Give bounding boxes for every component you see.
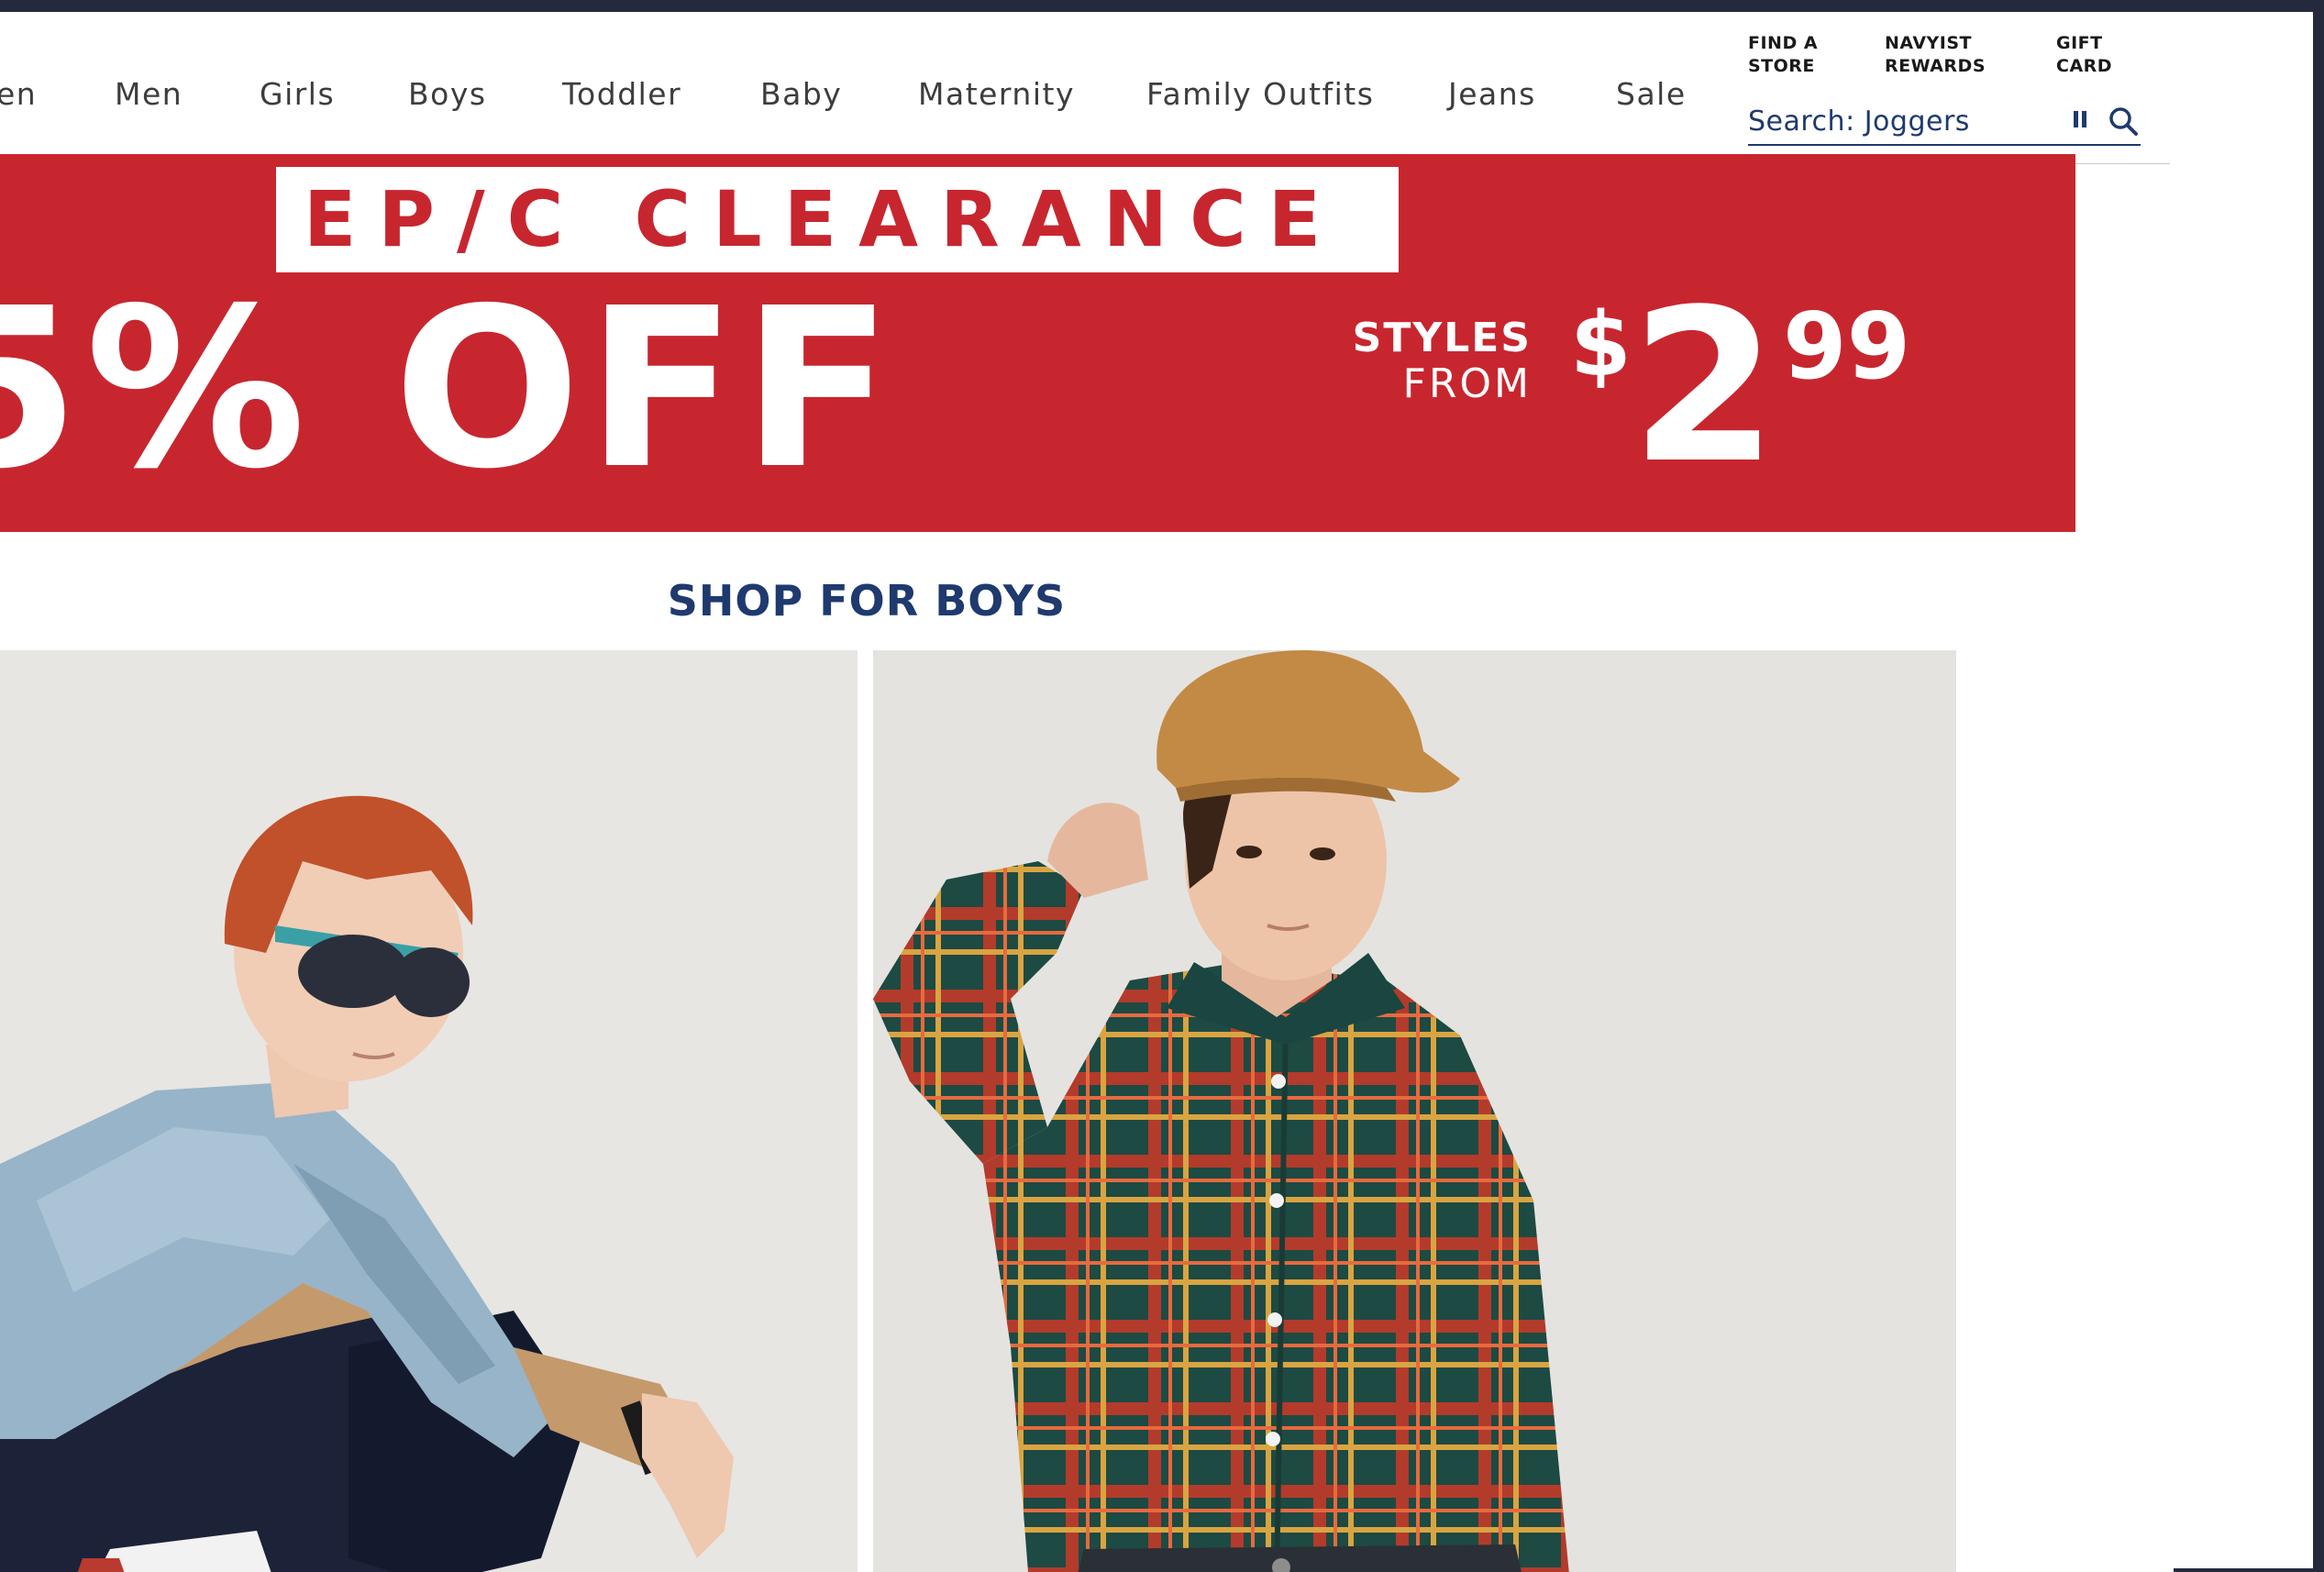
nav-item-toddler[interactable]: Toddler (562, 76, 681, 112)
nav-item-maternity[interactable]: Maternity (918, 76, 1075, 112)
nav-item-women[interactable]: en (0, 76, 37, 112)
gift-card-line1: GIFT (2056, 33, 2103, 53)
shop-for-boys-heading[interactable]: SHOP FOR BOYS (0, 576, 1733, 625)
product-photo-denim-jacket (0, 650, 858, 1572)
nav-item-family-outfits[interactable]: Family Outfits (1146, 76, 1374, 112)
page: en Men Girls Boys Toddler Baby Maternity… (0, 12, 2324, 1572)
banner-price-currency: $ (1570, 293, 1632, 396)
nav-item-sale[interactable]: Sale (1616, 76, 1687, 112)
nav-item-baby[interactable]: Baby (760, 76, 842, 112)
rewards-line1: NAVYIST (1885, 33, 1972, 53)
banner-headline: EP/C CLEARANCE (304, 174, 1344, 264)
banner-styles-line1: STYLES (1352, 315, 1532, 361)
product-tile-plaid-shirt[interactable] (873, 650, 1956, 1572)
pause-icon[interactable] (2074, 111, 2086, 127)
find-store-line1: FIND A (1748, 33, 1819, 53)
gift-card-link[interactable]: GIFT CARD (2056, 32, 2112, 78)
banner-price-dollars: 2 (1631, 265, 1778, 510)
rewards-link[interactable]: NAVYIST REWARDS (1885, 32, 1986, 78)
window-frame-bottom (2174, 1568, 2324, 1572)
nav-item-girls[interactable]: Girls (260, 76, 335, 112)
search-input[interactable]: Search: Joggers (1748, 105, 1970, 138)
nav-item-jeans[interactable]: Jeans (1448, 76, 1536, 112)
banner-discount: 5% OFF (0, 260, 898, 517)
banner-styles-line2: FROM (1402, 360, 1532, 407)
nav-item-men[interactable]: Men (115, 76, 183, 112)
gift-card-line2: CARD (2056, 56, 2113, 76)
product-tile-denim-jacket[interactable] (0, 650, 858, 1572)
search-icon[interactable] (2108, 105, 2139, 137)
find-store-line2: STORE (1748, 56, 1815, 76)
banner-headline-box: EP/C CLEARANCE (276, 167, 1399, 272)
banner-styles-from: STYLES FROM (1321, 316, 1532, 407)
find-store-link[interactable]: FIND A STORE (1748, 32, 1818, 78)
product-photo-plaid-shirt (873, 650, 1956, 1572)
window-frame-right (2313, 12, 2324, 1572)
banner-price-cents: 99 (1783, 293, 1911, 400)
clearance-banner[interactable]: EP/C CLEARANCE 5% OFF STYLES FROM $ 2 99 (0, 154, 2075, 532)
rewards-line2: REWARDS (1885, 56, 1986, 76)
search-underline (1748, 144, 2141, 146)
nav-item-boys[interactable]: Boys (408, 76, 487, 112)
